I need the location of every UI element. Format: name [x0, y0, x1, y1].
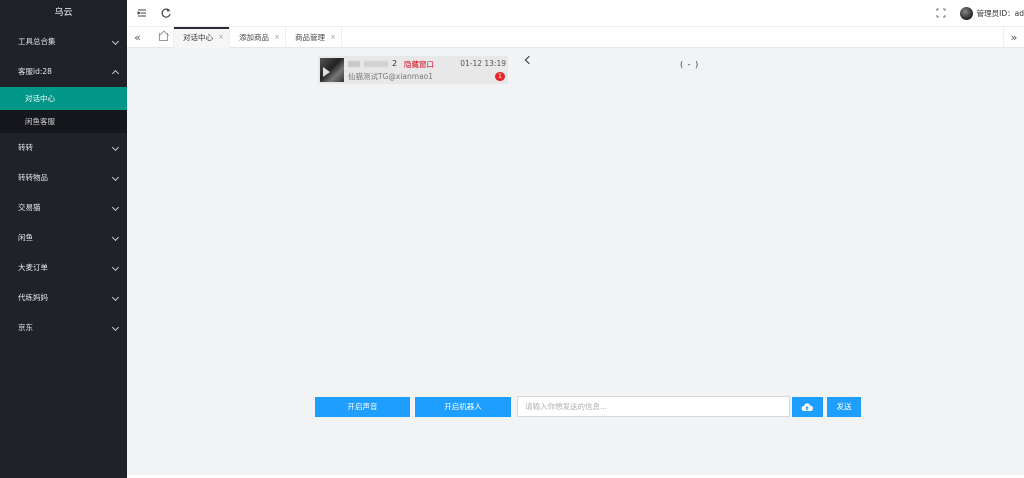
- menu-label: 交易猫: [18, 203, 41, 212]
- chat-list-item[interactable]: 2 隐藏窗口 仙猫测试TG@xianmao1 01-12 13:19 1: [318, 56, 508, 84]
- admin-label: 管理员ID：ad: [976, 9, 1024, 18]
- chevron-up-icon: [111, 69, 120, 78]
- chevron-down-icon: [111, 203, 120, 212]
- enable-sound-button[interactable]: 开启声音: [315, 397, 410, 417]
- back-arrow-icon[interactable]: [523, 54, 533, 66]
- close-icon[interactable]: ×: [330, 27, 336, 48]
- chat-time: 01-12 13:19: [460, 59, 506, 68]
- menu-label: 代练妈妈: [18, 293, 48, 302]
- menu-jd[interactable]: 京东: [0, 313, 127, 343]
- menu-label: 京东: [18, 323, 33, 332]
- chevron-down-icon: [111, 143, 120, 152]
- tab-product-management[interactable]: 商品管理 ×: [286, 27, 342, 48]
- fullscreen-icon[interactable]: [935, 7, 947, 19]
- menu-zhuanzhuan[interactable]: 转转: [0, 133, 127, 163]
- menu-fold-icon[interactable]: [136, 7, 148, 19]
- avatar: [320, 58, 344, 82]
- unread-badge: 1: [495, 72, 505, 81]
- tab-chat-center[interactable]: 对话中心 ×: [174, 27, 230, 48]
- chat-number: 2: [392, 59, 398, 68]
- submenu-xianyu-service[interactable]: 闲鱼客服: [0, 110, 127, 133]
- home-tab[interactable]: [153, 27, 174, 48]
- menu-jiaoyimao[interactable]: 交易猫: [0, 193, 127, 223]
- upload-button[interactable]: [792, 397, 823, 417]
- sidebar: 乌云 工具总合集 客服id:28 对话中心 闲鱼客服 转转 转转物品 交易猫 闲…: [0, 0, 127, 478]
- tab-label: 商品管理: [295, 33, 325, 42]
- close-icon[interactable]: ×: [218, 27, 224, 48]
- message-input[interactable]: [517, 396, 790, 417]
- menu-label: 大麦订单: [18, 263, 48, 272]
- cloud-upload-icon: [801, 403, 813, 411]
- chevron-down-icon: [111, 37, 120, 46]
- blurred-name: [348, 61, 408, 67]
- chevron-down-icon: [111, 323, 120, 332]
- menu-label: 转转物品: [18, 173, 48, 182]
- admin-user[interactable]: 管理员ID：ad: [959, 6, 1024, 21]
- chat-subtitle: 仙猫测试TG@xianmao1: [348, 72, 434, 81]
- tab-add-product[interactable]: 添加商品 ×: [230, 27, 286, 48]
- submenu: 对话中心 闲鱼客服: [0, 87, 127, 133]
- chevron-down-icon: [111, 173, 120, 182]
- menu-tools[interactable]: 工具总合集: [0, 27, 127, 57]
- play-icon: [323, 67, 330, 77]
- menu-damai-orders[interactable]: 大麦订单: [0, 253, 127, 283]
- menu-label: 闲鱼: [18, 233, 33, 242]
- refresh-icon[interactable]: [160, 7, 172, 19]
- tabs-scroll-right-icon[interactable]: »: [1003, 27, 1024, 48]
- tab-label: 对话中心: [183, 33, 213, 42]
- close-icon[interactable]: ×: [274, 27, 280, 48]
- menu-label: 转转: [18, 143, 33, 152]
- menu-label: 工具总合集: [18, 37, 56, 46]
- send-button[interactable]: 发送: [827, 397, 861, 417]
- tab-label: 添加商品: [239, 33, 269, 42]
- tabs-scroll-left-icon[interactable]: «: [127, 27, 148, 48]
- hide-window-link[interactable]: 隐藏窗口: [404, 59, 434, 70]
- menu-label: 客服id:28: [18, 67, 52, 76]
- avatar: [959, 7, 973, 20]
- app-logo: 乌云: [54, 8, 73, 18]
- menu-zhuanzhuan-items[interactable]: 转转物品: [0, 163, 127, 193]
- menu-customer-service[interactable]: 客服id:28: [0, 57, 127, 87]
- menu-dailian-mama[interactable]: 代练妈妈: [0, 283, 127, 313]
- tab-bar: « 对话中心 × 添加商品 × 商品管理 × »: [127, 27, 1024, 48]
- chevron-down-icon: [111, 293, 120, 302]
- conversation-title: ( - ): [680, 60, 700, 69]
- menu-xianyu[interactable]: 闲鱼: [0, 223, 127, 253]
- submenu-chat-center[interactable]: 对话中心: [0, 87, 127, 110]
- chevron-down-icon: [111, 233, 120, 242]
- chevron-down-icon: [111, 263, 120, 272]
- enable-robot-button[interactable]: 开启机器人: [415, 397, 511, 417]
- top-header: 管理员ID：ad: [127, 0, 1024, 27]
